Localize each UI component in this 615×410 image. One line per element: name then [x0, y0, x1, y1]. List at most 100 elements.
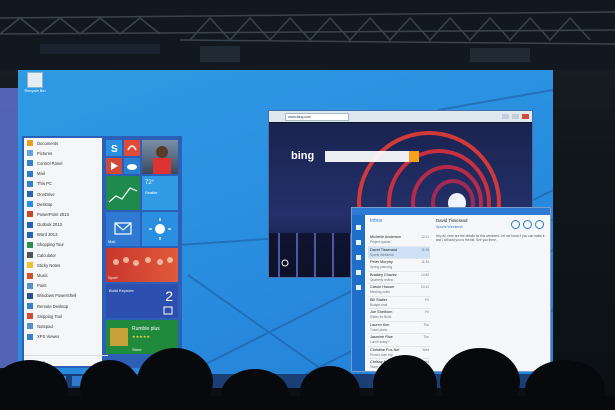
start-menu-item[interactable]: Mail [24, 169, 102, 179]
message-time: 12:11 [421, 235, 429, 239]
start-menu-item-label: Control Panel [37, 160, 63, 166]
message-subject: Project update [370, 240, 391, 244]
start-menu-item[interactable]: PowerPoint 2013 [24, 209, 102, 219]
message-row[interactable]: David Tisserand Sports Weekend 11:58 [368, 246, 430, 259]
start-menu-item[interactable]: Word 2013 [24, 230, 102, 240]
mail-actions [511, 220, 544, 229]
app-icon [27, 231, 33, 238]
app-icon [27, 323, 33, 330]
message-time: 10:52 [421, 272, 429, 277]
app-icon [27, 191, 33, 198]
message-subject: Sports Weekend [370, 252, 394, 257]
start-menu-item[interactable]: OneDrive [24, 189, 102, 199]
message-time: 11:34 [421, 260, 429, 264]
video-tile[interactable] [106, 158, 122, 174]
settings-nav-icon[interactable] [356, 285, 361, 290]
minimize-button[interactable] [502, 114, 509, 119]
start-menu-item[interactable]: Desktop [24, 199, 102, 209]
bing-logo: bing [291, 150, 315, 162]
calendar-icon [163, 306, 173, 315]
start-menu-item[interactable]: Remote Desktop [24, 301, 102, 311]
people-nav-icon[interactable] [356, 255, 361, 260]
start-menu-item-label: Calculator [37, 252, 56, 258]
start-menu-item-label: Snipping Tool [37, 313, 63, 319]
start-menu-item[interactable]: Documents [24, 138, 102, 148]
message-row[interactable]: Carole Houser Meeting notes 10:12 [368, 284, 430, 297]
app-icon [27, 282, 33, 289]
message-sender: David Tisserand [370, 247, 398, 252]
mail-titlebar [352, 208, 550, 215]
start-menu-item[interactable]: Music [24, 270, 102, 280]
start-menu-item-label: Desktop [37, 201, 53, 207]
message-sender: Peter Murphy [370, 260, 393, 264]
video-icon [111, 162, 118, 170]
start-menu-item-label: Sticky Notes [37, 262, 61, 268]
music-tile[interactable] [124, 140, 140, 156]
inbox-header: Inbox [370, 218, 383, 224]
message-row[interactable]: Bill Statler Budget draft Fri [368, 297, 430, 309]
start-menu-item[interactable]: Sticky Notes [24, 260, 102, 270]
start-menu-item-label: Shopping Tour [37, 242, 64, 248]
app-icon [27, 170, 33, 177]
person-photo [153, 146, 171, 174]
start-menu-item-label: Mail [37, 171, 45, 177]
app-icon [27, 241, 33, 248]
folder-nav-icon[interactable] [356, 240, 361, 245]
start-menu-item[interactable]: Paint [24, 281, 102, 291]
start-menu-item[interactable]: Calculator [24, 250, 102, 260]
message-row[interactable]: Joe Shelborn Slides for Build Fri [368, 309, 430, 322]
svg-text:S: S [111, 144, 118, 155]
message-time: Fri [425, 297, 429, 302]
bing-search-input[interactable] [325, 151, 411, 162]
start-menu-item[interactable]: Pictures [24, 148, 102, 158]
message-sender: Bill Statler [370, 297, 388, 302]
calendar-tile[interactable]: Build Keynote 2 [106, 284, 178, 318]
message-time: 11:58 [421, 247, 429, 252]
message-subject: Slides for Build [370, 315, 392, 319]
start-menu-item[interactable]: Windows PowerShell [24, 291, 102, 301]
start-menu-item[interactable]: Snipping Tool [24, 311, 102, 321]
mail-tile[interactable]: Mail [106, 212, 140, 246]
maximize-button[interactable] [512, 114, 519, 119]
delete-icon[interactable] [535, 220, 544, 229]
start-menu-item-label: OneDrive [37, 191, 55, 197]
finance-tile[interactable] [106, 176, 140, 210]
onedrive-tile[interactable] [124, 158, 140, 174]
skype-tile[interactable]: S [106, 140, 122, 156]
weather-temp: 72° [145, 180, 155, 186]
app-icon [27, 160, 33, 167]
reply-icon[interactable] [511, 220, 520, 229]
app-icon [27, 221, 33, 228]
recycle-bin-icon[interactable]: Recycle Bin [24, 72, 46, 93]
window-controls [502, 114, 529, 119]
message-row[interactable]: Peter Murphy Spring planning 11:34 [368, 259, 430, 272]
start-menu-item[interactable]: This PC [24, 179, 102, 189]
new-mail-icon[interactable] [523, 220, 532, 229]
calendar-day: 2 [165, 288, 173, 304]
people-tile[interactable] [142, 140, 178, 174]
bing-search-button[interactable] [409, 151, 419, 162]
close-button[interactable] [522, 114, 529, 119]
sport-tile[interactable]: Sport [106, 248, 178, 282]
flag-nav-icon[interactable] [356, 270, 361, 275]
start-menu-item[interactable]: Control Panel [24, 158, 102, 168]
inbox-nav-icon[interactable] [356, 225, 361, 230]
weather-small-tile[interactable]: 72° Seattle [142, 176, 178, 210]
start-menu-item[interactable]: Outlook 2013 [24, 220, 102, 230]
chart-icon [108, 187, 138, 203]
reader-body: Hey all, here are the details for this w… [436, 234, 545, 243]
address-bar[interactable]: www.bing.com [285, 112, 349, 121]
start-menu-item-label: Pictures [37, 150, 53, 156]
audience-silhouettes [0, 348, 615, 410]
start-menu-item-label: Music [37, 273, 48, 279]
weather-city: Seattle [145, 190, 158, 195]
start-menu-item-label: PowerPoint 2013 [37, 211, 69, 217]
message-subject: Spring planning [370, 265, 393, 269]
message-row[interactable]: Bradley Chavez Quarterly review 10:52 [368, 272, 430, 284]
message-sender: Joe Shelborn [370, 310, 393, 314]
weather-tile[interactable] [142, 212, 178, 246]
message-row[interactable]: Michelle Anderson Project update 12:11 [368, 234, 430, 247]
start-menu-item[interactable]: Shopping Tour [24, 240, 102, 250]
photo-stage: Recycle Bin Documents Pictures Control Pan… [0, 0, 615, 410]
app-icon [27, 211, 33, 218]
